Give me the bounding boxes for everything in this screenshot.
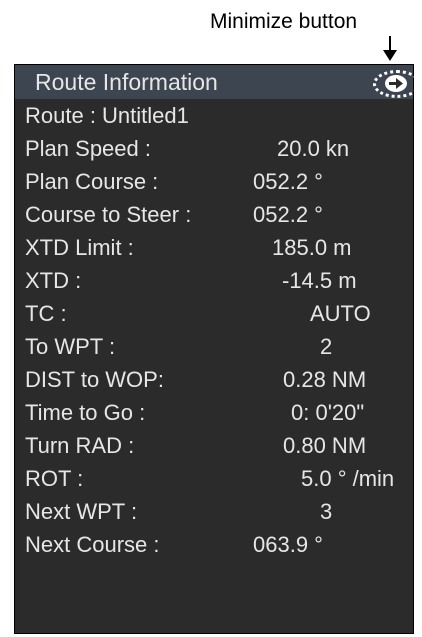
row-label: XTD : [25,268,82,293]
row-value: 20.0 kn [277,136,350,161]
row-value: 5.0 ° /min [301,466,395,491]
row-label: Next Course : [25,532,160,557]
row-value: 3 [320,499,333,524]
row-value: 052.2 ° [253,169,323,194]
row-value: 0.28 NM [283,367,367,392]
row-value: 2 [320,334,333,359]
row-label: Course to Steer : [25,202,192,227]
minimize-button[interactable] [385,75,407,92]
row-value: 0.80 NM [283,433,367,458]
minimize-button-callout: Minimize button [210,10,358,33]
callout-arrow-head [383,50,397,61]
row-label: To WPT : [25,334,116,359]
row-value: 185.0 m [272,235,352,260]
row-label: Next WPT : [25,499,138,524]
row-label: Plan Speed : [25,136,151,161]
row-value: 063.9 ° [253,532,323,557]
panel-title: Route Information [35,69,218,95]
row-value: -14.5 m [282,268,357,293]
route-name-text: Route : Untitled1 [25,103,189,128]
row-label: Turn RAD : [25,433,135,458]
row-label: XTD Limit : [25,235,134,260]
row-value: 052.2 ° [253,202,323,227]
row-label: ROT : [25,466,84,491]
row-label: Plan Course : [25,169,159,194]
arrow-right-icon [389,78,403,89]
row-label: Time to Go : [25,400,146,425]
row-label: DIST to WOP: [25,367,164,392]
panel-titlebar: Route Information [15,65,413,99]
row-label: TC : [25,301,67,326]
row-value: 0: 0'20" [291,400,365,425]
row-value: AUTO [310,301,371,326]
route-information-panel: Route Information Route : Untitled1 Plan… [14,64,421,634]
